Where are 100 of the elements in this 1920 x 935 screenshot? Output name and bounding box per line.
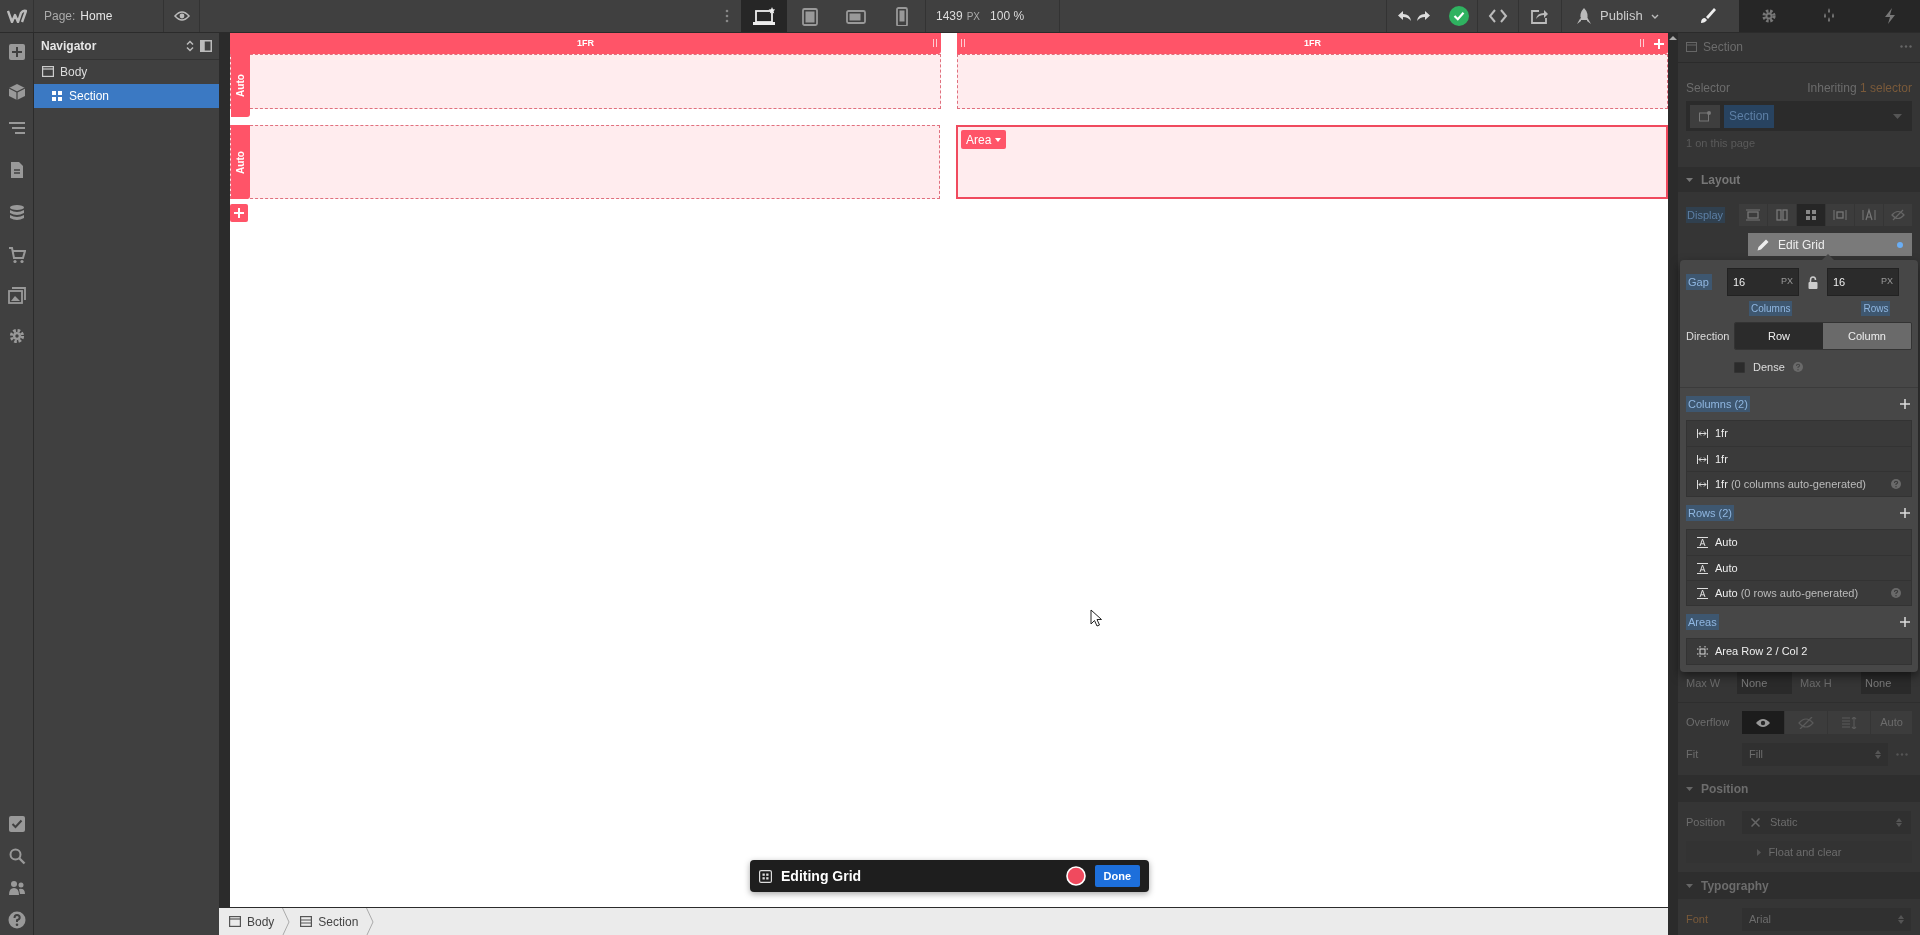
lock-icon[interactable]	[1808, 275, 1818, 289]
overflow-option[interactable]	[1742, 711, 1784, 734]
page-selector[interactable]: Page: Home	[34, 0, 164, 32]
track-item[interactable]: 1fr (0 columns auto-generated)	[1687, 471, 1911, 496]
column-width-icon	[1697, 478, 1708, 490]
drag-handle-icon[interactable]	[933, 39, 937, 47]
caret-down-icon	[1893, 113, 1902, 119]
plus-icon[interactable]	[1900, 617, 1910, 627]
caret-right-icon	[1756, 848, 1761, 856]
checkbox[interactable]	[1734, 361, 1745, 373]
max-height-field[interactable]: None	[1861, 672, 1911, 694]
redo-icon[interactable]	[1415, 10, 1431, 22]
tasks-check-icon[interactable]	[7, 815, 26, 833]
grid-cell[interactable]	[230, 125, 940, 199]
track-item[interactable]: Auto	[1687, 530, 1911, 555]
cursor-icon	[1090, 609, 1102, 627]
section-header[interactable]: Layout	[1678, 167, 1920, 192]
sort-arrows-icon	[1898, 915, 1904, 924]
display-option[interactable]	[1884, 204, 1912, 226]
done-button[interactable]: Done	[1094, 865, 1140, 887]
expand-collapse-icon[interactable]	[186, 40, 194, 52]
column-gap-field[interactable]: 16 PX	[1727, 268, 1799, 296]
area-tag[interactable]: Area	[961, 130, 1007, 149]
selector-field[interactable]: Section	[1686, 101, 1912, 131]
cube-icon[interactable]	[7, 83, 26, 101]
section-label: Areas	[1686, 613, 1719, 631]
checkbox-label: Dense	[1753, 359, 1785, 375]
more-icon[interactable]	[1900, 45, 1912, 48]
publish-button[interactable]: Publish	[1562, 0, 1678, 32]
chevron-separator-icon	[282, 907, 291, 935]
grid-cell[interactable]: Area	[956, 125, 1668, 199]
field-label: Gap	[1686, 273, 1712, 291]
track-item[interactable]: Auto (0 rows auto-generated)	[1687, 580, 1911, 605]
cart-icon[interactable]	[7, 246, 26, 264]
field-label: Display	[1686, 206, 1725, 224]
drag-handle-icon[interactable]	[1640, 39, 1644, 47]
help-icon	[1891, 588, 1901, 598]
device-button[interactable]	[741, 0, 787, 32]
database-icon[interactable]	[7, 204, 26, 222]
track-item[interactable]: 1fr	[1687, 446, 1911, 471]
fit-select[interactable]: Fill	[1742, 743, 1888, 766]
navigator-item[interactable]: Section	[34, 84, 219, 108]
plus-icon[interactable]	[1900, 399, 1910, 409]
tablet-icon	[799, 6, 821, 26]
area-icon	[1697, 646, 1708, 657]
max-width-field[interactable]: None	[1737, 672, 1792, 694]
search-icon[interactable]	[7, 847, 26, 865]
font-select[interactable]: Arial	[1742, 908, 1911, 931]
status-dot-icon	[1897, 241, 1903, 248]
navigator-item[interactable]: Body	[34, 60, 219, 84]
settings-icon[interactable]	[7, 327, 26, 345]
caret-down-icon	[1686, 883, 1693, 888]
direction-option[interactable]: Row	[1735, 323, 1823, 349]
class-tag[interactable]: Section	[1724, 104, 1775, 128]
direction-option[interactable]: Column	[1823, 323, 1911, 349]
column-header[interactable]: 1FR	[230, 33, 941, 54]
breadcrumb-item[interactable]: Section	[290, 908, 367, 935]
record-dot-icon[interactable]	[1065, 866, 1086, 886]
row-header[interactable]: Auto	[231, 125, 250, 199]
published-check-icon[interactable]	[1449, 6, 1469, 26]
row-header[interactable]: Auto	[231, 54, 250, 117]
column-header[interactable]: 1FR	[957, 33, 1668, 54]
plus-icon[interactable]	[1900, 508, 1910, 518]
export-icon[interactable]	[1531, 8, 1549, 24]
help-icon[interactable]	[7, 911, 26, 929]
dock-panel-icon[interactable]	[200, 40, 212, 52]
track-item[interactable]: Auto	[1687, 555, 1911, 580]
track-item[interactable]: 1fr	[1687, 421, 1911, 446]
section-header[interactable]: Typography	[1678, 872, 1920, 899]
display-option[interactable]	[1797, 204, 1825, 226]
logo-icon	[6, 9, 27, 23]
more-icon[interactable]	[725, 9, 729, 23]
grid-cell[interactable]	[957, 54, 1668, 109]
zoom-level: 100 %	[990, 8, 1025, 25]
scroll-up-icon[interactable]	[1669, 35, 1677, 41]
section-header[interactable]: Position	[1678, 775, 1920, 802]
panel-tab[interactable]	[1678, 0, 1739, 32]
hidden-eye-icon	[1890, 208, 1906, 222]
drag-handle-icon[interactable]	[961, 39, 965, 47]
preview-eye-icon[interactable]	[173, 10, 190, 22]
panel-title: Navigator	[41, 38, 98, 55]
columns-icon	[1774, 208, 1790, 222]
field-label: Direction	[1686, 328, 1731, 344]
row-gap-field[interactable]: 16 PX	[1827, 268, 1899, 296]
breadcrumb-item[interactable]: Body	[219, 908, 283, 935]
rocket-icon	[1576, 7, 1592, 25]
undo-icon[interactable]	[1397, 10, 1413, 22]
position-select[interactable]: Static	[1742, 811, 1911, 834]
panel-tab[interactable]	[1738, 0, 1799, 32]
images-icon[interactable]	[7, 287, 26, 305]
add-row-button[interactable]	[230, 204, 248, 222]
display-option[interactable]	[1855, 204, 1883, 226]
track-item[interactable]: Area Row 2 / Col 2	[1687, 639, 1911, 664]
users-icon[interactable]	[7, 879, 26, 897]
grid-cell[interactable]	[230, 54, 941, 109]
add-panel-icon[interactable]	[7, 43, 26, 61]
code-icon[interactable]	[1488, 9, 1508, 23]
sort-arrows-icon	[1875, 750, 1881, 759]
edit-grid-button[interactable]: Edit Grid	[1748, 233, 1912, 256]
brush-icon	[1699, 7, 1718, 25]
